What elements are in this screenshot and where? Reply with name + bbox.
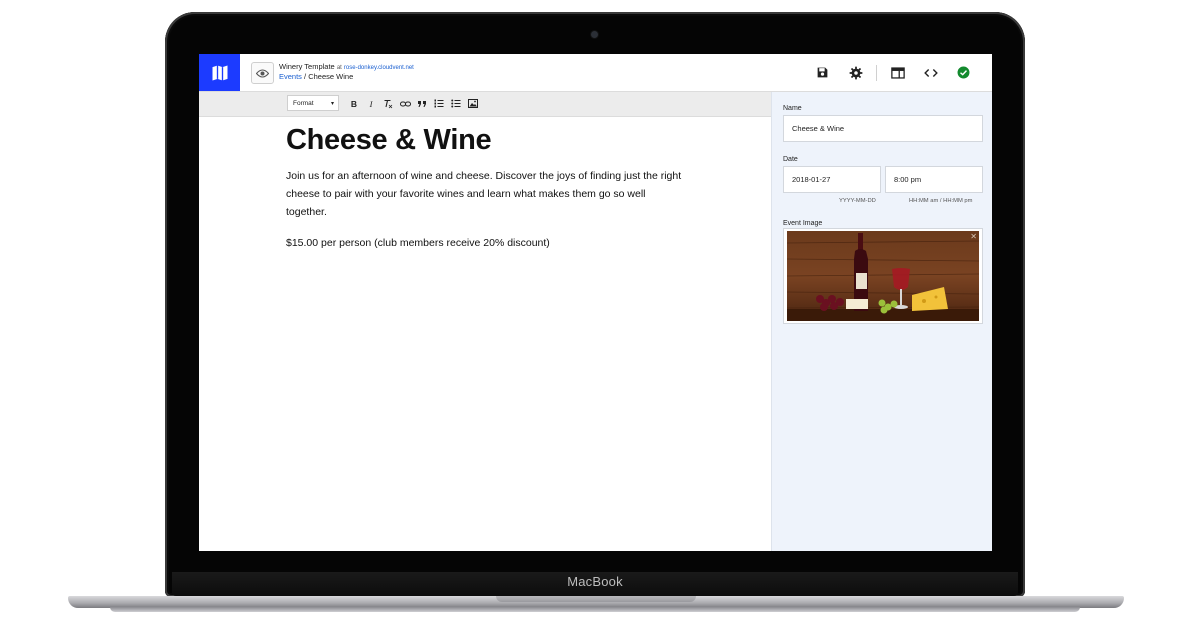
code-icon — [923, 68, 938, 77]
at-text: at — [336, 65, 342, 71]
event-image-label: Event Image — [783, 220, 823, 227]
document-content[interactable]: Cheese & Wine Join us for an afternoon o… — [286, 124, 686, 249]
event-image — [786, 231, 980, 321]
image-button[interactable] — [466, 95, 480, 112]
properties-panel: Name Date YYYY-MM-DD HH:MM am / HH:MM pm… — [771, 92, 992, 551]
laptop-notch — [496, 596, 696, 602]
eye-icon[interactable] — [251, 62, 274, 84]
date-format-hint: YYYY-MM-DD — [839, 198, 876, 204]
top-bar: Winery Template at rose-donkey.cloudvent… — [199, 54, 992, 92]
laptop-base-bottom — [110, 607, 1080, 612]
check-circle-icon — [957, 66, 970, 79]
save-icon — [817, 67, 828, 78]
toolbar-separator — [876, 64, 877, 81]
breadcrumb-current-page: Cheese Wine — [308, 72, 354, 81]
bulleted-list-icon — [451, 99, 461, 108]
link-icon — [399, 101, 411, 106]
name-label: Name — [783, 105, 802, 112]
blockquote-button[interactable] — [415, 95, 429, 112]
date-label: Date — [783, 156, 798, 163]
status-button[interactable] — [947, 54, 980, 91]
layout-icon — [890, 66, 905, 79]
editor-toolbar: Format ▾ B I — [199, 92, 771, 117]
image-icon — [468, 99, 478, 108]
code-view-button[interactable] — [914, 54, 947, 91]
breadcrumb: Events / Cheese Wine — [279, 72, 353, 81]
bold-button[interactable]: B — [347, 95, 361, 112]
document-price[interactable]: $15.00 per person (club members receive … — [286, 237, 686, 249]
editor: Format ▾ B I Cheese & Wine Join us for a… — [199, 92, 771, 551]
name-field[interactable] — [783, 115, 983, 142]
breadcrumb-events-link[interactable]: Events — [279, 72, 302, 81]
layout-button[interactable] — [881, 54, 914, 91]
site-name: Winery Template — [279, 62, 335, 71]
format-select[interactable]: Format ▾ — [287, 95, 339, 111]
site-domain-link[interactable]: rose-donkey.cloudvent.net — [344, 65, 414, 71]
numbered-list-button[interactable] — [432, 95, 446, 112]
time-format-hint: HH:MM am / HH:MM pm — [909, 198, 973, 204]
document-body[interactable]: Join us for an afternoon of wine and che… — [286, 167, 686, 221]
format-select-label: Format — [293, 99, 314, 107]
link-button[interactable] — [398, 95, 412, 112]
time-field[interactable] — [885, 166, 983, 193]
camera — [591, 31, 598, 38]
numbered-list-icon — [434, 99, 444, 108]
bulleted-list-button[interactable] — [449, 95, 463, 112]
screen: Winery Template at rose-donkey.cloudvent… — [199, 54, 992, 551]
clear-format-button[interactable] — [381, 95, 395, 112]
date-field[interactable] — [783, 166, 881, 193]
save-button[interactable] — [806, 54, 839, 91]
event-image-field[interactable]: ✕ — [783, 228, 983, 324]
clear-format-icon — [384, 99, 393, 108]
format-buttons: B I — [347, 95, 480, 112]
document-title[interactable]: Cheese & Wine — [286, 124, 686, 157]
map-icon[interactable] — [199, 54, 240, 91]
site-title: Winery Template at rose-donkey.cloudvent… — [279, 62, 414, 71]
italic-button[interactable]: I — [364, 95, 378, 112]
top-actions — [806, 54, 980, 91]
laptop-brand: MacBook — [567, 574, 623, 589]
close-icon[interactable]: ✕ — [970, 232, 977, 241]
quote-icon — [418, 100, 426, 107]
gear-icon — [849, 66, 862, 79]
chevron-down-icon: ▾ — [330, 101, 334, 107]
breadcrumb-separator: / — [304, 72, 307, 81]
settings-button[interactable] — [839, 54, 872, 91]
